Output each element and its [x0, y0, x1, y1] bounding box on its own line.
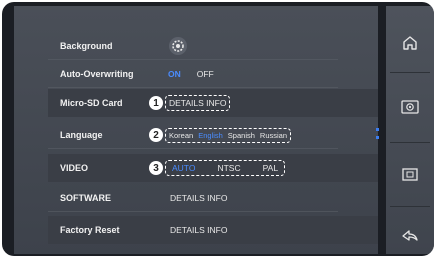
- row-factory-reset[interactable]: Factory Reset DETAILS INFO: [48, 216, 378, 244]
- scroll-indicator[interactable]: [376, 128, 379, 144]
- settings-camera-icon: [401, 100, 419, 114]
- screen-frame: Background Auto-Overwriting ON OFF Micro…: [2, 2, 434, 256]
- video-ntsc[interactable]: NTSC: [217, 163, 240, 173]
- factory-reset-label: Factory Reset: [60, 225, 120, 235]
- software-details[interactable]: DETAILS INFO: [170, 193, 227, 203]
- back-icon: [402, 230, 418, 241]
- micro-sd-details[interactable]: DETAILS INFO: [169, 98, 226, 108]
- row-micro-sd-card[interactable]: Micro-SD Card DETAILS INFO: [48, 89, 378, 117]
- language-label: Language: [60, 130, 103, 140]
- gear-icon[interactable]: [168, 36, 188, 56]
- settings-button[interactable]: [386, 78, 434, 136]
- divider: [48, 148, 338, 149]
- language-russian[interactable]: Russian: [260, 131, 287, 140]
- software-label: SOFTWARE: [60, 193, 111, 203]
- divider: [48, 211, 338, 212]
- language-spanish[interactable]: Spanish: [228, 131, 255, 140]
- back-button[interactable]: [386, 206, 434, 256]
- video-auto[interactable]: AUTO: [172, 163, 195, 173]
- callout-1: 1: [149, 96, 163, 110]
- divider: [48, 87, 338, 88]
- row-background[interactable]: Background: [48, 32, 378, 60]
- micro-sd-label: Micro-SD Card: [60, 98, 123, 108]
- auto-overwriting-label: Auto-Overwriting: [60, 69, 134, 79]
- callout-3: 3: [149, 161, 163, 175]
- row-language[interactable]: Language Korean English Spanish Russian: [48, 121, 378, 149]
- callout-2: 2: [149, 128, 163, 142]
- video-label: VIDEO: [60, 163, 89, 173]
- factory-reset-details[interactable]: DETAILS INFO: [170, 225, 227, 235]
- language-korean[interactable]: Korean: [169, 131, 193, 140]
- row-auto-overwriting[interactable]: Auto-Overwriting ON OFF: [48, 60, 378, 88]
- language-options-box[interactable]: Korean English Spanish Russian: [165, 127, 292, 143]
- home-icon: [403, 36, 417, 50]
- divider: [390, 142, 430, 143]
- off-option[interactable]: OFF: [197, 69, 214, 79]
- row-video[interactable]: VIDEO AUTO NTSC PAL: [48, 154, 378, 182]
- video-pal[interactable]: PAL: [263, 163, 278, 173]
- background-label: Background: [60, 41, 113, 51]
- micro-sd-details-box[interactable]: DETAILS INFO: [165, 95, 231, 111]
- monitor-icon: [402, 168, 418, 181]
- video-options-box[interactable]: AUTO NTSC PAL: [165, 160, 286, 176]
- right-sidebar: [386, 6, 434, 254]
- monitor-button[interactable]: [386, 146, 434, 204]
- language-english[interactable]: English: [198, 131, 223, 140]
- background-value[interactable]: [168, 32, 188, 60]
- on-option[interactable]: ON: [168, 69, 181, 79]
- divider: [390, 72, 430, 73]
- home-button[interactable]: [386, 14, 434, 72]
- row-software[interactable]: SOFTWARE DETAILS INFO: [48, 184, 378, 212]
